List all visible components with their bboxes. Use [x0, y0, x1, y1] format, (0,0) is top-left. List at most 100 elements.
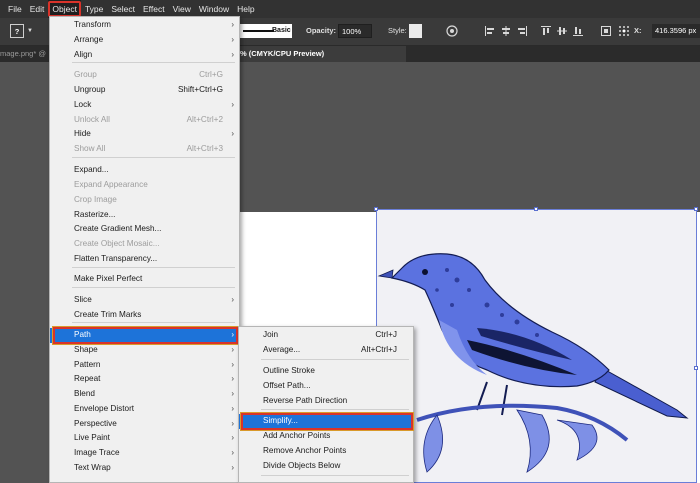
menu-item-remove-anchor-points[interactable]: Remove Anchor Points [239, 444, 413, 459]
menu-item-label: Rasterize... [74, 210, 116, 219]
menu-item-arrange[interactable]: Arrange › [50, 33, 239, 48]
opacity-field[interactable]: 100% [338, 24, 372, 38]
align-bottom-icon[interactable] [572, 25, 584, 37]
menu-item-outline-stroke[interactable]: Outline Stroke [239, 364, 413, 379]
menu-item-expand[interactable]: Expand... [50, 163, 239, 178]
menu-item-label: Hide [74, 129, 91, 138]
chevron-right-icon: › [231, 448, 234, 457]
menu-item-slice[interactable]: Slice › [50, 293, 239, 308]
align-right-icon[interactable] [516, 25, 528, 37]
menu-item-perspective[interactable]: Perspective › [50, 417, 239, 432]
menu-item-flatten-transparency[interactable]: Flatten Transparency... [50, 252, 239, 267]
menu-item-shape[interactable]: Shape › [50, 343, 239, 358]
chevron-right-icon: › [231, 463, 234, 472]
menu-item-label: Unlock All [74, 115, 110, 124]
align-middle-icon[interactable] [556, 25, 568, 37]
menu-item-label: Pattern [74, 360, 101, 369]
menu-item-create-trim-marks[interactable]: Create Trim Marks [50, 308, 239, 323]
x-coordinate-field[interactable]: 416.3596 px [652, 24, 700, 38]
chevron-right-icon: › [231, 295, 234, 304]
chevron-right-icon: › [231, 129, 234, 138]
menu-item-label: Average... [263, 345, 301, 354]
menu-item-label: Flatten Transparency... [74, 254, 158, 263]
menu-item-hide[interactable]: Hide › [50, 127, 239, 142]
menu-file[interactable]: File [4, 0, 26, 18]
menu-item-image-trace[interactable]: Image Trace › [50, 446, 239, 461]
menu-item-live-paint[interactable]: Live Paint › [50, 431, 239, 446]
menu-item-create-gradient-mesh[interactable]: Create Gradient Mesh... [50, 222, 239, 237]
menu-item-label: Crop Image [74, 195, 117, 204]
menu-item-label: Shape [74, 345, 98, 354]
menu-item-text-wrap[interactable]: Text Wrap › [50, 461, 239, 476]
menu-item-label: Arrange [74, 35, 104, 44]
menu-separator [72, 62, 235, 63]
chevron-right-icon: › [231, 20, 234, 29]
style-label: Style: [388, 26, 407, 35]
menu-item-expand-appearance: Expand Appearance [50, 178, 239, 193]
menu-item-label: Make Pixel Perfect [74, 274, 143, 283]
menu-item-transform[interactable]: Transform › [50, 18, 239, 33]
bird-image[interactable] [376, 209, 697, 483]
menu-item-align[interactable]: Align › [50, 48, 239, 63]
bird-illustration [377, 253, 689, 473]
menu-separator [261, 409, 409, 410]
menu-item-label: Expand Appearance [74, 180, 148, 189]
reference-point-icon[interactable] [618, 25, 630, 37]
menu-item-blend[interactable]: Blend › [50, 387, 239, 402]
help-icon[interactable]: ? [10, 24, 24, 38]
menu-item-label: Text Wrap [74, 463, 111, 472]
recolor-icon[interactable] [446, 25, 458, 37]
menu-item-label: Offset Path... [263, 381, 311, 390]
menu-item-add-anchor-points[interactable]: Add Anchor Points [239, 429, 413, 444]
menu-item-label: Join [263, 330, 279, 339]
menu-item-rasterize[interactable]: Rasterize... [50, 208, 239, 223]
chevron-right-icon: › [231, 345, 234, 354]
align-left-icon[interactable] [484, 25, 496, 37]
menu-separator [72, 287, 235, 288]
menu-item-shortcut: Alt+Ctrl+J [361, 345, 397, 354]
menu-item-pattern[interactable]: Pattern › [50, 358, 239, 373]
menu-edit[interactable]: Edit [26, 0, 49, 18]
document-tab-image[interactable]: mage.png* @ [0, 46, 46, 62]
menu-item-repeat[interactable]: Repeat › [50, 372, 239, 387]
align-top-icon[interactable] [540, 25, 552, 37]
selection-handle[interactable] [694, 207, 698, 211]
annotation-highlight-box [52, 326, 239, 345]
menu-item-divide-objects-below[interactable]: Divide Objects Below [239, 459, 413, 474]
stroke-style-label: Basic [272, 27, 291, 34]
menu-item-label: Image Trace [74, 448, 120, 457]
selection-handle[interactable] [374, 207, 378, 211]
chevron-right-icon: › [231, 50, 234, 59]
menu-item-average[interactable]: Average... Alt+Ctrl+J [239, 343, 413, 358]
menu-item-label: Group [74, 70, 97, 79]
menu-item-label: Ungroup [74, 85, 106, 94]
menu-item-label: Align [74, 50, 93, 59]
menu-item-label: Blend [74, 389, 95, 398]
graphic-style-swatch[interactable] [409, 24, 422, 38]
chevron-right-icon: › [231, 404, 234, 413]
menu-item-join[interactable]: Join Ctrl+J [239, 328, 413, 343]
menu-item-offset-path[interactable]: Offset Path... [239, 379, 413, 394]
menu-item-lock[interactable]: Lock › [50, 98, 239, 113]
opacity-label[interactable]: Opacity: [306, 24, 336, 38]
menu-item-ungroup[interactable]: Ungroup Shift+Ctrl+G [50, 83, 239, 98]
selection-handle[interactable] [694, 366, 698, 370]
menu-item-reverse-path-direction[interactable]: Reverse Path Direction [239, 394, 413, 409]
menu-separator [72, 322, 235, 323]
menu-item-label: Reverse Path Direction [263, 396, 348, 405]
menu-item-make-pixel-perfect[interactable]: Make Pixel Perfect [50, 272, 239, 287]
menu-item-label: Expand... [74, 165, 109, 174]
document-tab-active[interactable]: % (CMYK/CPU Preview) [236, 46, 406, 62]
selection-handle[interactable] [534, 207, 538, 211]
menu-item-label: Perspective [74, 419, 117, 428]
chevron-down-icon[interactable]: ▼ [27, 24, 35, 38]
align-to-icon[interactable] [600, 25, 612, 37]
chevron-right-icon: › [231, 360, 234, 369]
menu-item-label: Add Anchor Points [263, 431, 331, 440]
menu-item-envelope-distort[interactable]: Envelope Distort › [50, 402, 239, 417]
menu-item-shortcut: Ctrl+G [199, 70, 223, 79]
annotation-highlight-box [240, 412, 414, 431]
align-center-icon[interactable] [500, 25, 512, 37]
menu-item-label: Live Paint [74, 433, 110, 442]
menu-item-label: Transform [74, 20, 111, 29]
